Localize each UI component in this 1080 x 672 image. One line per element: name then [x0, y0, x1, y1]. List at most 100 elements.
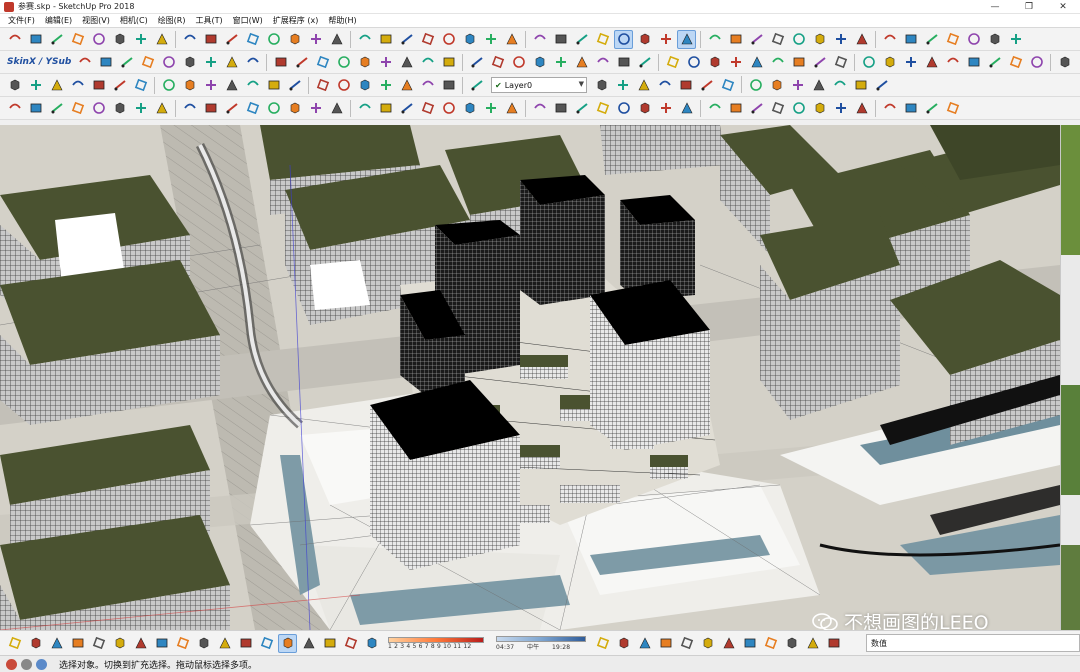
row1-tool-14-button[interactable] [285, 30, 304, 49]
bottomA-tool-2-button[interactable] [26, 634, 45, 653]
row3a-tool-4-button[interactable] [68, 76, 87, 95]
row3a-tool-6-button[interactable] [110, 76, 129, 95]
bottomB-tool-2-button[interactable] [614, 634, 633, 653]
row4-tool-29-button[interactable] [614, 99, 633, 118]
row2-tool-9-button[interactable] [243, 53, 262, 72]
row4-tool-21-button[interactable] [439, 99, 458, 118]
row4-tool-20-button[interactable] [418, 99, 437, 118]
bottomA-tool-14-button[interactable] [278, 633, 297, 653]
row1-tool-5-button[interactable] [89, 30, 108, 49]
row1-tool-19-button[interactable] [397, 30, 416, 49]
row1-tool-9-button[interactable] [180, 30, 199, 49]
row3a-tool-8-button[interactable] [159, 76, 178, 95]
close-button[interactable]: ✕ [1046, 0, 1080, 14]
row3b-tool-5-button[interactable] [676, 76, 695, 95]
row2-tool-12-button[interactable] [313, 53, 332, 72]
row2-tool-7-button[interactable] [201, 53, 220, 72]
row3a-tool-11-button[interactable] [222, 76, 241, 95]
menu-help[interactable]: 帮助(H) [323, 15, 361, 26]
row3b-tool-6-button[interactable] [697, 76, 716, 95]
row4-tool-42-button[interactable] [901, 99, 920, 118]
row4-tool-12-button[interactable] [243, 99, 262, 118]
row4-tool-25-button[interactable] [530, 99, 549, 118]
credits-icon[interactable] [21, 658, 32, 670]
row4-tool-26-button[interactable] [551, 99, 570, 118]
bottomB-tool-8-button[interactable] [740, 634, 759, 653]
row4-tool-38-button[interactable] [810, 99, 829, 118]
row4-tool-4-button[interactable] [68, 99, 87, 118]
row1-tool-16-button[interactable] [327, 30, 346, 49]
row2-tool-29-button[interactable] [684, 53, 703, 72]
bottomA-tool-1-button[interactable] [5, 634, 24, 653]
default-tray[interactable] [1060, 125, 1080, 630]
row2-tool-27-button[interactable] [635, 53, 654, 72]
menu-file[interactable]: 文件(F) [3, 15, 40, 26]
row2-tool-18-button[interactable] [439, 53, 458, 72]
row3a-tool-12-button[interactable] [243, 76, 262, 95]
menu-extensions[interactable]: 扩展程序 (x) [268, 15, 324, 26]
row2-tool-34-button[interactable] [789, 53, 808, 72]
bottomA-tool-13-button[interactable] [257, 634, 276, 653]
row4-tool-32-button[interactable] [677, 99, 696, 118]
row1-tool-18-button[interactable] [376, 30, 395, 49]
row3a-tool-17-button[interactable] [355, 76, 374, 95]
row2-tool-37-button[interactable] [859, 53, 878, 72]
row3a-tool-2-button[interactable] [26, 76, 45, 95]
row1-tool-24-button[interactable] [502, 30, 521, 49]
row4-tool-13-button[interactable] [264, 99, 283, 118]
row1-tool-20-button[interactable] [418, 30, 437, 49]
bottomB-tool-3-button[interactable] [635, 634, 654, 653]
row2-tool-41-button[interactable] [943, 53, 962, 72]
row2-tool-1-button[interactable] [75, 53, 94, 72]
row2-tool-6-button[interactable] [180, 53, 199, 72]
row2-tool-10-button[interactable] [271, 53, 290, 72]
bottomA-tool-7-button[interactable] [131, 634, 150, 653]
row4-tool-34-button[interactable] [726, 99, 745, 118]
bottomA-tool-18-button[interactable] [362, 634, 381, 653]
bottomB-tool-4-button[interactable] [656, 634, 675, 653]
row2-tool-4-button[interactable] [138, 53, 157, 72]
bottomA-tool-17-button[interactable] [341, 634, 360, 653]
bottomB-tool-10-button[interactable] [782, 634, 801, 653]
geo-location-icon[interactable] [6, 658, 17, 670]
row4-tool-5-button[interactable] [89, 99, 108, 118]
row2-tool-15-button[interactable] [376, 53, 395, 72]
row1-tool-17-button[interactable] [355, 30, 374, 49]
row4-tool-41-button[interactable] [880, 99, 899, 118]
row3a-tool-18-button[interactable] [376, 76, 395, 95]
row1-tool-7-button[interactable] [131, 30, 150, 49]
row4-tool-22-button[interactable] [460, 99, 479, 118]
row4-tool-37-button[interactable] [789, 99, 808, 118]
row1-tool-35-button[interactable] [747, 30, 766, 49]
row2-tool-3-button[interactable] [117, 53, 136, 72]
row4-tool-24-button[interactable] [502, 99, 521, 118]
bottomA-tool-11-button[interactable] [215, 634, 234, 653]
row1-tool-42-button[interactable] [901, 30, 920, 49]
row1-tool-38-button[interactable] [810, 30, 829, 49]
row2-tool-36-button[interactable] [831, 53, 850, 72]
row1-tool-46-button[interactable] [985, 30, 1004, 49]
row2-tool-39-button[interactable] [901, 53, 920, 72]
row3a-tool-16-button[interactable] [334, 76, 353, 95]
row4-tool-17-button[interactable] [355, 99, 374, 118]
row1-tool-29-button[interactable] [614, 29, 633, 49]
row1-tool-32-button[interactable] [677, 29, 696, 49]
menu-tools[interactable]: 工具(T) [191, 15, 228, 26]
row1-tool-25-button[interactable] [530, 30, 549, 49]
row2-tool-22-button[interactable] [530, 53, 549, 72]
row2-tool-33-button[interactable] [768, 53, 787, 72]
bottomA-tool-3-button[interactable] [47, 634, 66, 653]
bottomB-tool-5-button[interactable] [677, 634, 696, 653]
bottomA-tool-5-button[interactable] [89, 634, 108, 653]
row2-tool-19-button[interactable] [467, 53, 486, 72]
bottomA-tool-9-button[interactable] [173, 634, 192, 653]
row1-tool-8-button[interactable] [152, 30, 171, 49]
row3b-tool-1-button[interactable] [592, 76, 611, 95]
row1-tool-27-button[interactable] [572, 30, 591, 49]
row3a-tool-15-button[interactable] [313, 76, 332, 95]
shadow-time-control[interactable]: 04:37 中午 19:28 [496, 635, 586, 651]
row1-tool-31-button[interactable] [656, 30, 675, 49]
row2-tool-25-button[interactable] [593, 53, 612, 72]
row4-tool-18-button[interactable] [376, 99, 395, 118]
row3a-tool-14-button[interactable] [285, 76, 304, 95]
